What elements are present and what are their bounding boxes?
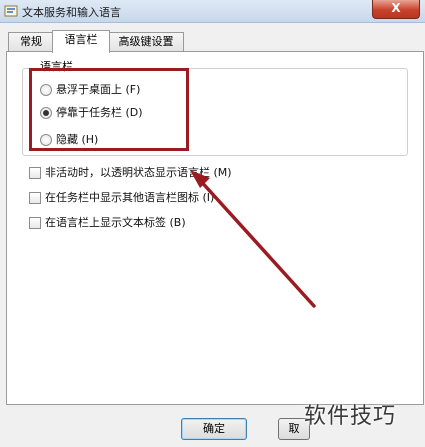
- watermark-text: 软件技巧: [304, 404, 397, 429]
- close-button[interactable]: X: [372, 0, 420, 19]
- title-bar[interactable]: 文本服务和输入语言 X: [0, 0, 425, 23]
- radio-label: 悬浮于桌面上 (F): [56, 83, 141, 96]
- radio-button[interactable]: [40, 84, 52, 96]
- ok-button[interactable]: 确定: [181, 418, 247, 440]
- checkbox-label: 在语言栏上显示文本标签 (B): [45, 216, 186, 229]
- group-legend: 语言栏: [38, 60, 75, 73]
- checkbox[interactable]: [29, 217, 41, 229]
- checkbox[interactable]: [29, 167, 41, 179]
- dialog-window: 文本服务和输入语言 X 常规 语言栏 高级键设置 语言栏 悬浮于桌面上 (F) …: [0, 0, 425, 447]
- window-title: 文本服务和输入语言: [22, 6, 121, 19]
- radio-button-selected[interactable]: [40, 107, 52, 119]
- tab-general[interactable]: 常规: [8, 32, 54, 51]
- close-icon: X: [391, 1, 401, 15]
- checkbox-label: 在任务栏中显示其他语言栏图标 (I): [45, 191, 215, 204]
- radio-label: 停靠于任务栏 (D): [56, 106, 143, 119]
- tab-advanced-key-settings[interactable]: 高级键设置: [108, 32, 184, 51]
- checkbox[interactable]: [29, 192, 41, 204]
- radio-label: 隐藏 (H): [56, 133, 99, 146]
- tab-language-bar[interactable]: 语言栏: [52, 30, 110, 53]
- radio-button[interactable]: [40, 134, 52, 146]
- checkbox-label: 非活动时，以透明状态显示语言栏 (M): [45, 166, 232, 179]
- window-icon: [4, 5, 18, 17]
